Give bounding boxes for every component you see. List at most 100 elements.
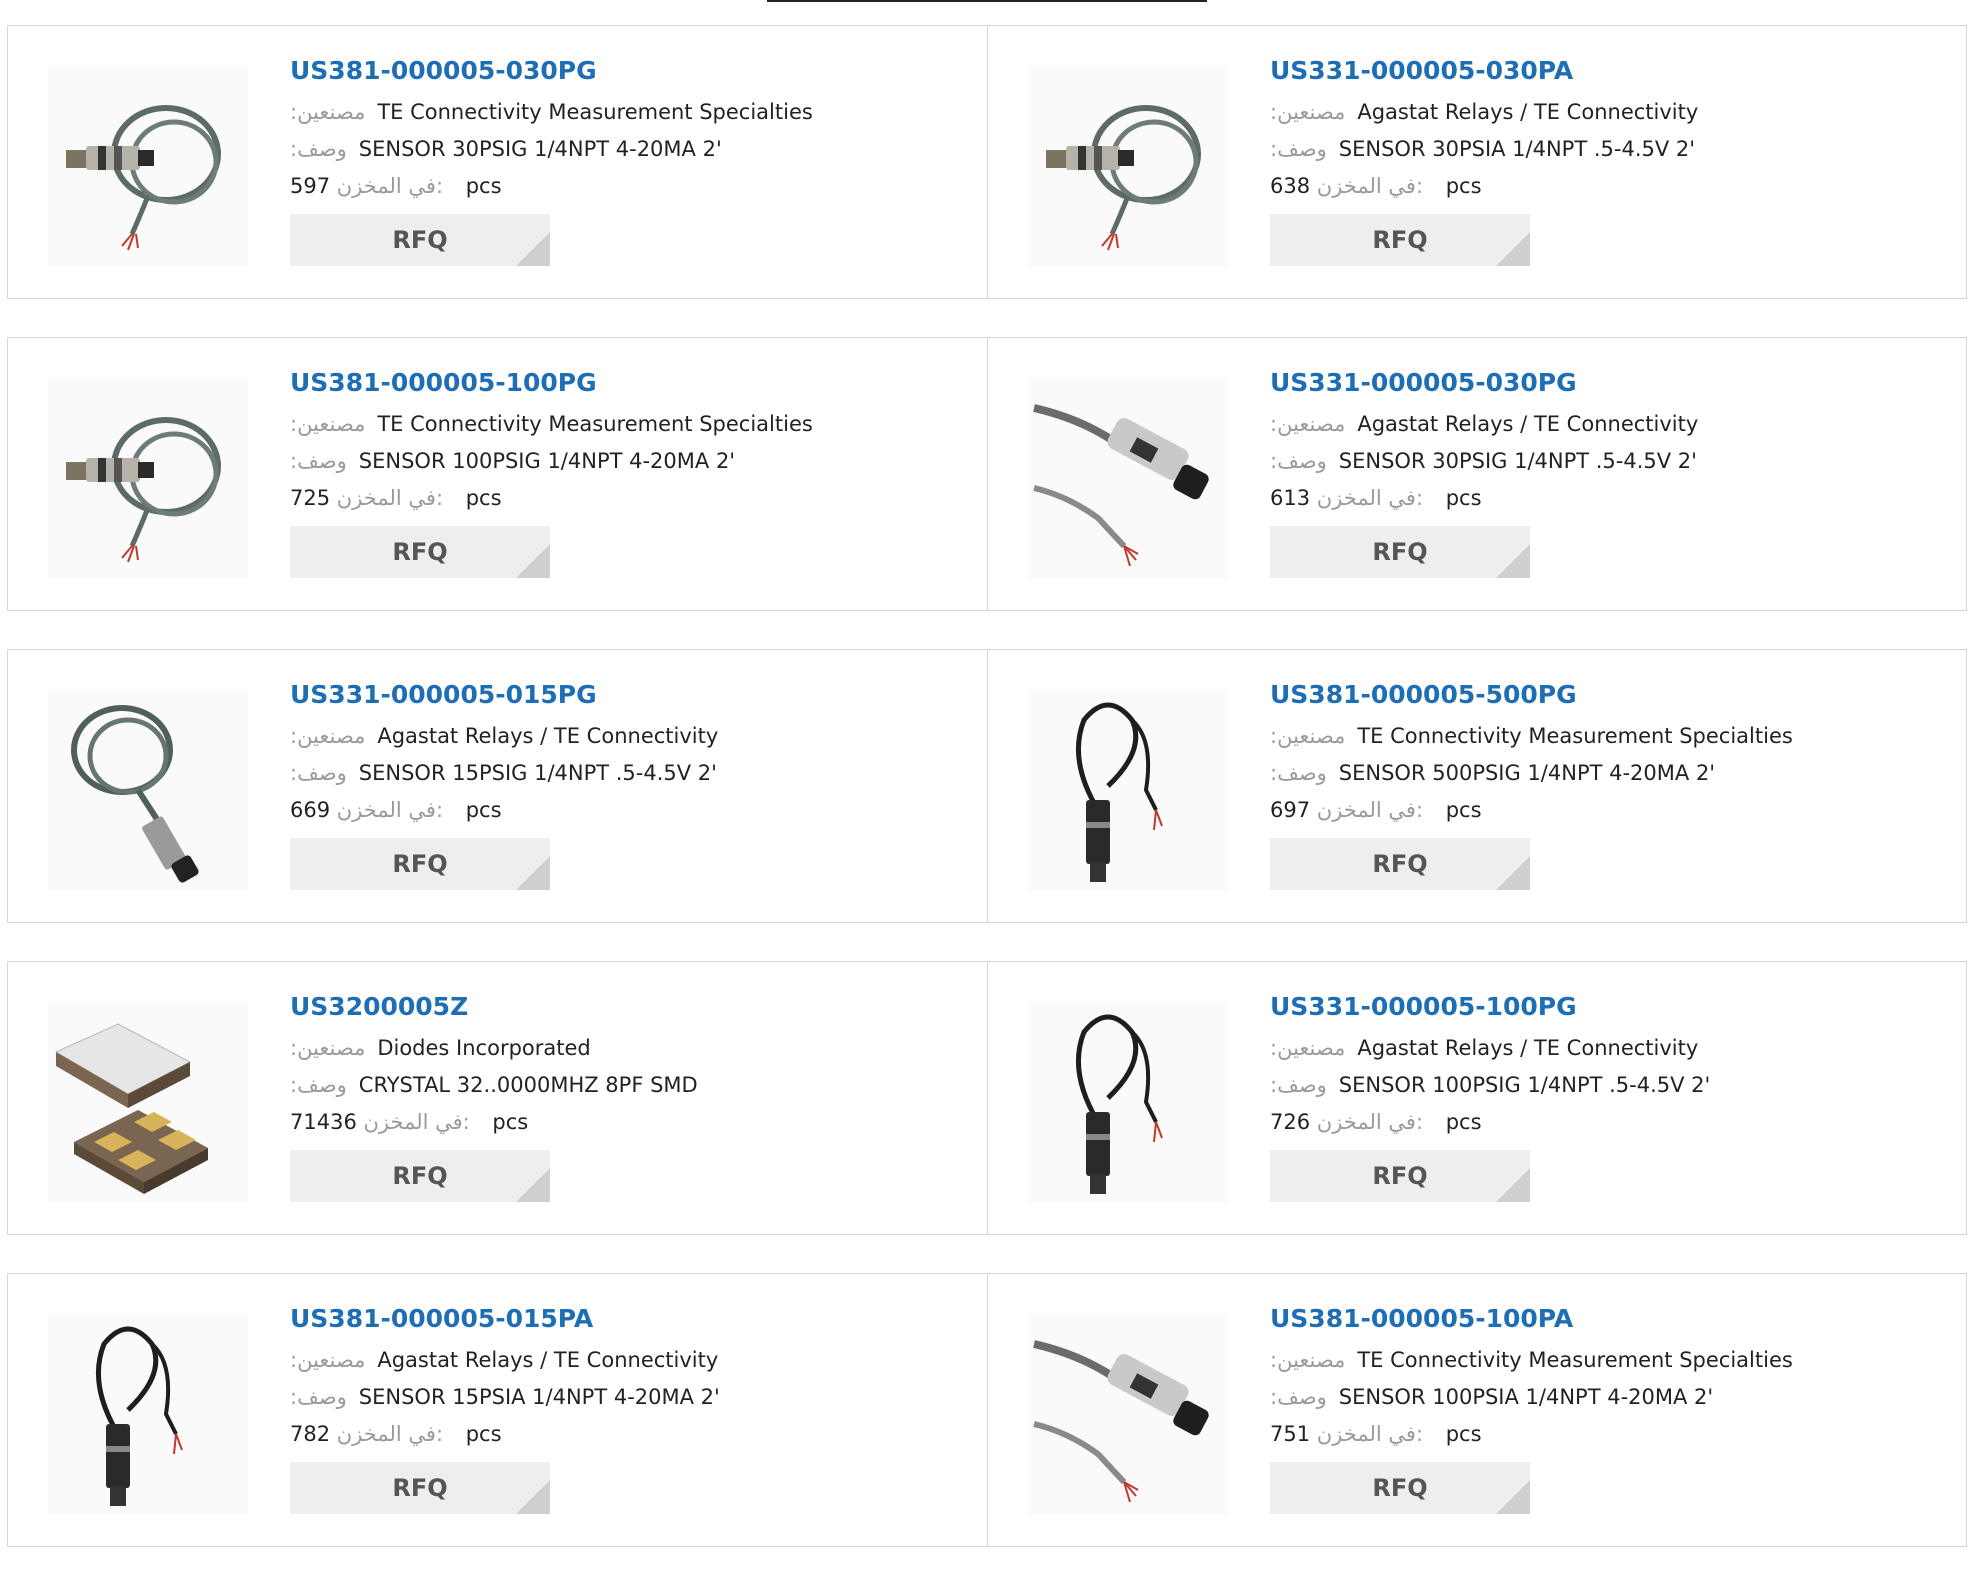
vertical-sensor-icon [1028, 1002, 1228, 1202]
description-value: SENSOR 100PSIA 1/4NPT 4-20MA 2' [1338, 1385, 1714, 1409]
product-image[interactable] [48, 66, 248, 266]
stock-value: 697 [1270, 798, 1311, 822]
manufacturer-label: :مصنعين [290, 1348, 366, 1372]
stock-unit: pcs [1445, 1110, 1482, 1134]
description-value: SENSOR 30PSIG 1/4NPT 4-20MA 2' [358, 137, 722, 161]
part-number-link[interactable]: US381-000005-015PA [290, 1302, 593, 1336]
stock-line: 782 في المخزن: pcs [290, 1416, 977, 1453]
product-image[interactable] [48, 690, 248, 890]
stock-value: 638 [1270, 174, 1311, 198]
corner-fold-icon [516, 856, 550, 890]
description-value: CRYSTAL 32..0000MHZ 8PF SMD [358, 1073, 698, 1097]
product-card: US331-000005-015PG :مصنعين Agastat Relays… [8, 650, 987, 922]
rfq-button[interactable]: RFQ [290, 838, 550, 890]
description-value: SENSOR 30PSIA 1/4NPT .5-4.5V 2' [1338, 137, 1696, 161]
part-number-link[interactable]: US381-000005-100PA [1270, 1302, 1573, 1336]
manufacturer-label: :مصنعين [1270, 1036, 1346, 1060]
product-image[interactable] [48, 1314, 248, 1514]
part-number-link[interactable]: US331-000005-030PG [1270, 366, 1577, 400]
rfq-button[interactable]: RFQ [290, 1150, 550, 1202]
description-line: :وصف SENSOR 100PSIG 1/4NPT 4-20MA 2' [290, 443, 977, 480]
part-number-link[interactable]: US3200005Z [290, 990, 468, 1024]
product-image[interactable] [1028, 378, 1228, 578]
description-label: :وصف [290, 1385, 347, 1409]
manufacturer-label: :مصنعين [1270, 1348, 1346, 1372]
stock-unit: pcs [465, 798, 502, 822]
manufacturer-label: :مصنعين [1270, 412, 1346, 436]
product-info: US331-000005-100PG :مصنعين Agastat Relays… [1270, 990, 1956, 1202]
product-row: US331-000005-015PG :مصنعين Agastat Relays… [7, 649, 1967, 923]
description-label: :وصف [1270, 761, 1327, 785]
part-number-link[interactable]: US381-000005-100PG [290, 366, 597, 400]
part-number-link[interactable]: US381-000005-030PG [290, 54, 597, 88]
product-image[interactable] [1028, 1314, 1228, 1514]
product-info: US381-000005-500PG :مصنعين TE Connectivit… [1270, 678, 1956, 890]
description-value: SENSOR 500PSIG 1/4NPT 4-20MA 2' [1338, 761, 1716, 785]
rfq-button[interactable]: RFQ [290, 1462, 550, 1514]
product-image[interactable] [48, 378, 248, 578]
product-image[interactable] [48, 1002, 248, 1202]
description-line: :وصف SENSOR 15PSIA 1/4NPT 4-20MA 2' [290, 1379, 977, 1416]
product-info: US381-000005-030PG :مصنعين TE Connectivit… [290, 54, 977, 266]
rfq-button[interactable]: RFQ [290, 214, 550, 266]
part-number-link[interactable]: US331-000005-015PG [290, 678, 597, 712]
product-card: US331-000005-030PA :مصنعين Agastat Relays… [987, 26, 1966, 298]
corner-fold-icon [516, 1480, 550, 1514]
product-image[interactable] [1028, 66, 1228, 266]
description-line: :وصف CRYSTAL 32..0000MHZ 8PF SMD [290, 1067, 977, 1104]
rfq-button[interactable]: RFQ [1270, 526, 1530, 578]
description-label: :وصف [1270, 1385, 1327, 1409]
description-value: SENSOR 100PSIG 1/4NPT .5-4.5V 2' [1338, 1073, 1711, 1097]
stock-unit: pcs [465, 1422, 502, 1446]
stock-label: في المخزن: [336, 1422, 444, 1446]
rfq-button[interactable]: RFQ [1270, 1462, 1530, 1514]
description-line: :وصف SENSOR 30PSIG 1/4NPT .5-4.5V 2' [1270, 443, 1956, 480]
product-card: US3200005Z :مصنعين Diodes Incorporated :و… [8, 962, 987, 1234]
rfq-label: RFQ [1372, 1474, 1428, 1502]
header-divider [767, 0, 1207, 2]
manufacturer-value: Agastat Relays / TE Connectivity [377, 1348, 719, 1372]
product-info: US331-000005-030PA :مصنعين Agastat Relays… [1270, 54, 1956, 266]
product-card: US331-000005-100PG :مصنعين Agastat Relays… [987, 962, 1966, 1234]
rfq-button[interactable]: RFQ [1270, 1150, 1530, 1202]
manufacturer-label: :مصنعين [1270, 100, 1346, 124]
manufacturer-label: :مصنعين [290, 412, 366, 436]
manufacturer-line: :مصنعين TE Connectivity Measurement Speci… [1270, 718, 1956, 755]
part-number-link[interactable]: US331-000005-030PA [1270, 54, 1573, 88]
stock-line: 71436 في المخزن: pcs [290, 1104, 977, 1141]
description-value: SENSOR 100PSIG 1/4NPT 4-20MA 2' [358, 449, 736, 473]
manufacturer-value: Agastat Relays / TE Connectivity [1357, 100, 1699, 124]
manufacturer-value: Diodes Incorporated [377, 1036, 591, 1060]
manufacturer-line: :مصنعين TE Connectivity Measurement Speci… [290, 406, 977, 443]
product-image[interactable] [1028, 690, 1228, 890]
part-number-link[interactable]: US381-000005-500PG [1270, 678, 1577, 712]
vertical-sensor-icon [1028, 690, 1228, 890]
stock-line: 725 في المخزن: pcs [290, 480, 977, 517]
stock-label: في المخزن: [1316, 486, 1424, 510]
stock-line: 613 في المخزن: pcs [1270, 480, 1956, 517]
description-value: SENSOR 15PSIG 1/4NPT .5-4.5V 2' [358, 761, 717, 785]
stock-value: 71436 [290, 1110, 357, 1134]
rfq-label: RFQ [392, 538, 448, 566]
rfq-button[interactable]: RFQ [1270, 214, 1530, 266]
part-number-link[interactable]: US331-000005-100PG [1270, 990, 1577, 1024]
manufacturer-value: TE Connectivity Measurement Specialties [377, 100, 813, 124]
rfq-button[interactable]: RFQ [1270, 838, 1530, 890]
stock-value: 751 [1270, 1422, 1311, 1446]
stock-value: 613 [1270, 486, 1311, 510]
rfq-button[interactable]: RFQ [290, 526, 550, 578]
diagonal-sensor-icon [48, 690, 248, 890]
product-card: US381-000005-500PG :مصنعين TE Connectivit… [987, 650, 1966, 922]
stock-line: 697 في المخزن: pcs [1270, 792, 1956, 829]
coiled-cable-sensor-icon [48, 66, 248, 266]
product-card: US381-000005-100PA :مصنعين TE Connectivit… [987, 1274, 1966, 1546]
manufacturer-line: :مصنعين Agastat Relays / TE Connectivity [1270, 406, 1956, 443]
product-image[interactable] [1028, 1002, 1228, 1202]
description-label: :وصف [290, 449, 347, 473]
product-info: US381-000005-100PA :مصنعين TE Connectivit… [1270, 1302, 1956, 1514]
stock-value: 782 [290, 1422, 331, 1446]
manufacturer-line: :مصنعين Agastat Relays / TE Connectivity [1270, 94, 1956, 131]
corner-fold-icon [516, 544, 550, 578]
manufacturer-label: :مصنعين [290, 724, 366, 748]
straight-cable-sensor-icon [1028, 378, 1228, 578]
